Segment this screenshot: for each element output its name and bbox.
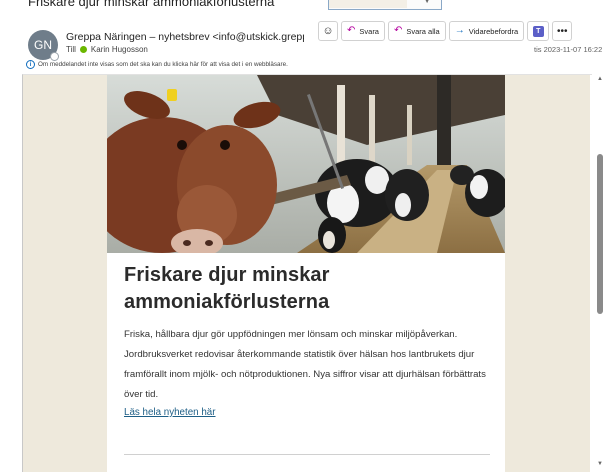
reply-all-button[interactable]: ↶ Svara alla bbox=[387, 21, 446, 41]
sender-name[interactable]: Greppa Näringen – nyhetsbrev <info@utski… bbox=[66, 31, 304, 43]
reply-label: Svara bbox=[359, 26, 379, 36]
forward-button[interactable]: → Vidarebefordra bbox=[448, 21, 525, 41]
recipient-name[interactable]: Karin Hugosson bbox=[91, 45, 148, 54]
avatar-initials: GN bbox=[34, 38, 52, 52]
teams-icon: T bbox=[532, 25, 544, 37]
emoji-reaction-button[interactable]: ☺ bbox=[318, 21, 338, 41]
top-dropdown-field bbox=[329, 0, 407, 8]
forward-icon: → bbox=[454, 25, 465, 36]
to-label: Till bbox=[66, 45, 76, 54]
reply-all-icon: ↶ bbox=[393, 25, 403, 36]
barn-cows-illustration bbox=[107, 75, 505, 253]
message-subject: Friskare djur minskar ammoniakförlustern… bbox=[28, 0, 275, 9]
share-to-teams-button[interactable]: T bbox=[527, 21, 550, 41]
more-actions-button[interactable]: ••• bbox=[552, 21, 573, 41]
presence-available-icon bbox=[79, 46, 87, 53]
chevron-down-icon: ▼ bbox=[423, 0, 431, 5]
reply-all-label: Svara alla bbox=[406, 26, 440, 36]
forward-label: Vidarebefordra bbox=[468, 26, 519, 36]
hero-image-cows bbox=[107, 75, 505, 253]
read-more-link[interactable]: Läs hela nyheten här bbox=[124, 407, 216, 418]
info-bar[interactable]: i Om meddelandet inte visas som det ska … bbox=[26, 60, 288, 69]
scroll-up-icon[interactable]: ▲ bbox=[597, 76, 603, 82]
reply-button[interactable]: ↶ Svara bbox=[341, 21, 385, 41]
article-title: Friskare djur minskar ammoniakförlustern… bbox=[124, 264, 330, 313]
recipient-line: Till Karin Hugosson bbox=[66, 45, 148, 54]
article-body: Friska, hållbara djur gör uppfödningen m… bbox=[124, 329, 486, 400]
info-icon: i bbox=[26, 60, 35, 69]
message-actions: ☺ ↶ Svara ↶ Svara alla → Vidarebefordra … bbox=[318, 21, 573, 41]
scroll-down-icon[interactable]: ▼ bbox=[597, 461, 603, 467]
info-bar-text: Om meddelandet inte visas som det ska ka… bbox=[38, 61, 288, 68]
emoji-icon: ☺ bbox=[322, 25, 334, 37]
message-timestamp: tis 2023-11-07 16:22 bbox=[534, 45, 603, 54]
mail-reading-pane: Friskare djur minskar ammoniakförlustern… bbox=[0, 0, 610, 472]
scrollbar-thumb[interactable] bbox=[597, 154, 603, 314]
top-dropdown[interactable]: ▼ bbox=[328, 0, 442, 10]
section-divider bbox=[124, 454, 490, 455]
more-icon: ••• bbox=[556, 25, 568, 37]
reply-icon: ↶ bbox=[347, 25, 356, 36]
